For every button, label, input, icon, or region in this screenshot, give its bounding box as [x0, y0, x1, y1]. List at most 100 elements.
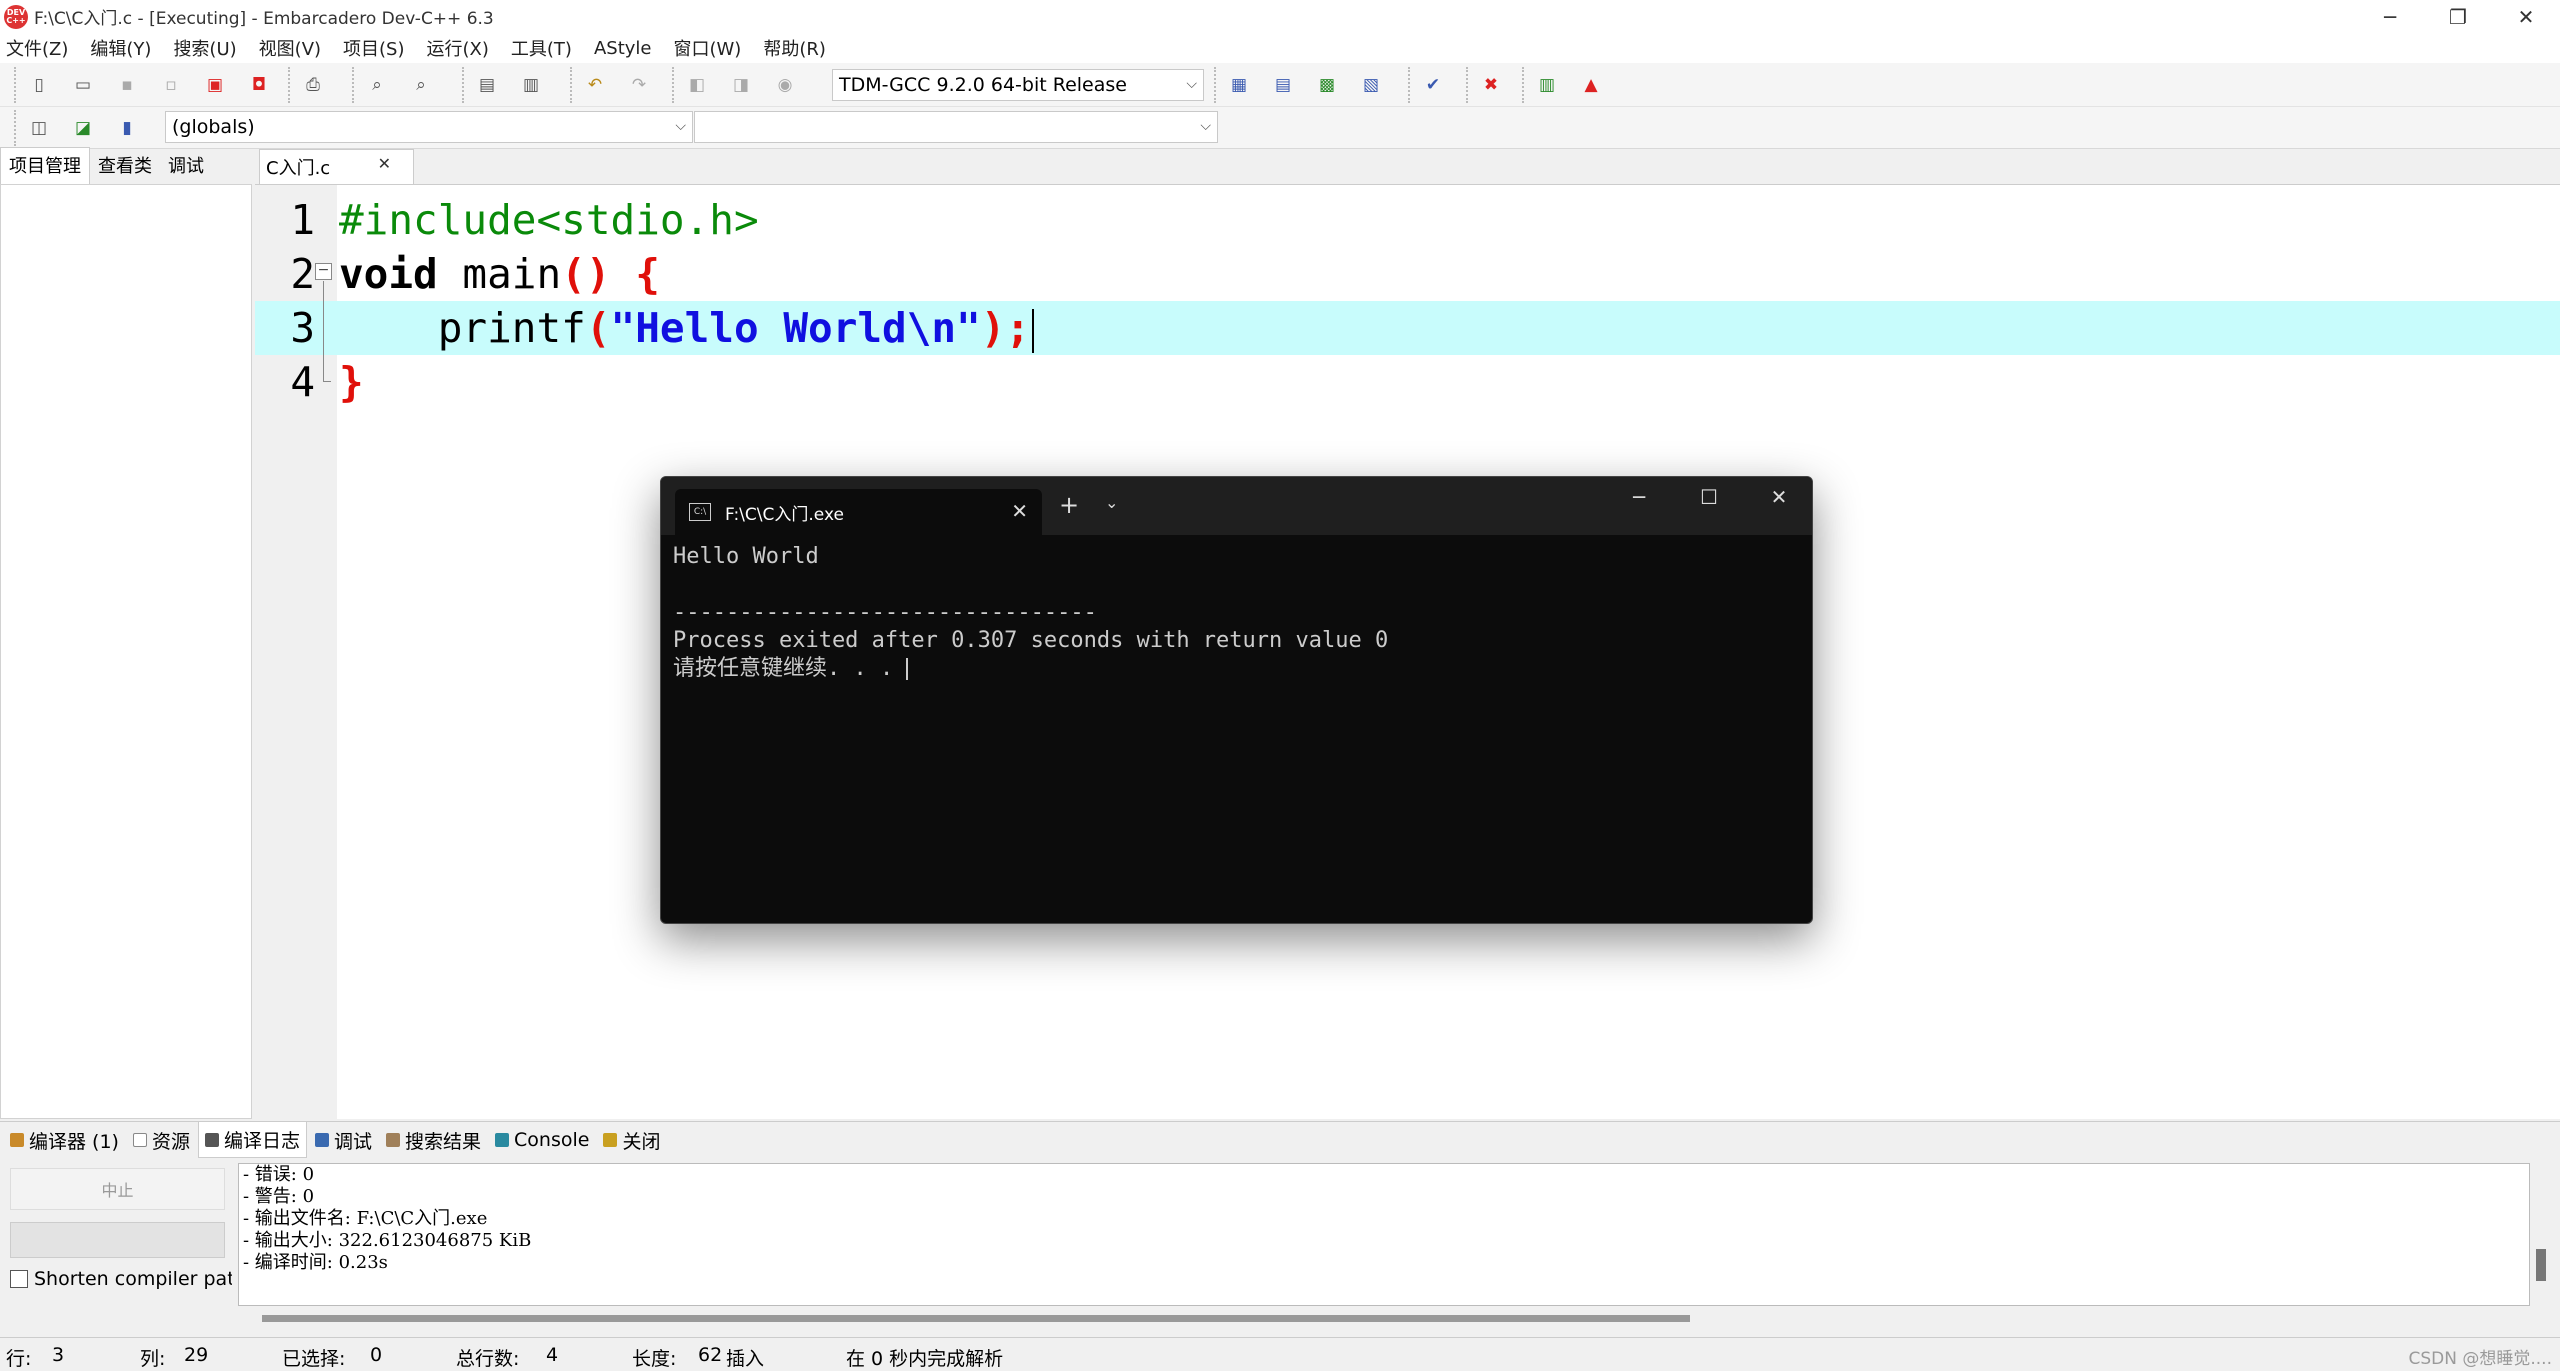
status-col: 29 — [184, 1344, 209, 1366]
bottom-panel-tabs: 编译器 (1) 资源 编译日志 调试 搜索结果 Console 关闭 — [0, 1121, 2560, 1158]
tab-compile-log[interactable]: 编译日志 — [197, 1122, 307, 1158]
compile-module-icon[interactable]: ▤ — [472, 70, 502, 100]
tab-compiler[interactable]: 编译器 (1) — [4, 1123, 125, 1158]
console-minimize-button[interactable]: ─ — [1604, 477, 1674, 517]
scroll-thumb[interactable] — [262, 1315, 1690, 1322]
tab-debug[interactable]: 调试 — [160, 148, 212, 184]
compile-log[interactable]: - 错误: 0 - 警告: 0 - 输出文件名: F:\C\C入门.exe - … — [238, 1163, 2530, 1306]
tab-resources[interactable]: 资源 — [127, 1123, 196, 1158]
menu-window[interactable]: 窗口(W) — [673, 35, 741, 61]
print-icon[interactable]: ⎙ — [298, 70, 328, 100]
console-tab[interactable]: C:\ F:\C\C入门.exe ✕ — [675, 489, 1042, 535]
open-file-icon[interactable]: ▭ — [68, 70, 98, 100]
close-file-icon[interactable]: ▣ — [200, 70, 230, 100]
resources-icon — [132, 1133, 147, 1147]
close-tab-icon[interactable]: ✕ — [378, 154, 391, 173]
stop-execution-icon[interactable]: ✖ — [1476, 70, 1506, 100]
compile-progress-bar — [10, 1222, 225, 1258]
profile-icon[interactable]: ▥ — [1532, 70, 1562, 100]
undo-icon[interactable]: ↶ — [580, 70, 610, 100]
indent-icon[interactable]: ◧ — [682, 70, 712, 100]
goto-bookmark-icon[interactable]: ▮ — [112, 113, 142, 143]
close-tab-icon[interactable]: ✕ — [1011, 499, 1028, 523]
delete-profile-icon[interactable]: ▲ — [1576, 70, 1606, 100]
tab-console[interactable]: Console — [489, 1125, 595, 1155]
code-line[interactable]: 1 #include<stdio.h> — [255, 193, 2560, 247]
console-close-button[interactable]: ✕ — [1744, 477, 1812, 517]
code-line[interactable]: 2 − void main() { — [255, 247, 2560, 301]
tab-file[interactable]: C入门.c ✕ — [259, 149, 414, 184]
tab-project[interactable]: 项目管理 — [0, 147, 90, 184]
console-titlebar[interactable]: C:\ F:\C\C入门.exe ✕ + ⌄ ─ ☐ ✕ — [661, 477, 1812, 535]
save-all-icon[interactable]: ▫ — [156, 70, 186, 100]
terminal-icon: C:\ — [689, 503, 711, 521]
line-number: 2 — [290, 250, 315, 298]
close-panel-icon — [603, 1133, 618, 1147]
minimize-button[interactable]: ─ — [2356, 0, 2424, 33]
log-vertical-scrollbar[interactable] — [2532, 1163, 2550, 1306]
insert-icon[interactable]: ◫ — [24, 113, 54, 143]
line-number: 3 — [290, 304, 315, 352]
shorten-paths-option[interactable]: Shorten compiler paths — [10, 1266, 232, 1292]
tab-classes[interactable]: 查看类 — [90, 148, 160, 184]
code-line-current[interactable]: 3 printf("Hello World\n"); — [255, 301, 2560, 355]
function-select[interactable]: ⌵ — [694, 111, 1218, 143]
unindent-icon[interactable]: ◨ — [726, 70, 756, 100]
syntax-check-icon[interactable]: ✔ — [1418, 70, 1448, 100]
save-icon[interactable]: ▪ — [112, 70, 142, 100]
bookmark-icon[interactable]: ◉ — [770, 70, 800, 100]
editor-tabs: C入门.c ✕ — [255, 149, 2560, 184]
project-panel[interactable] — [0, 184, 252, 1119]
console-title: F:\C\C入门.exe — [725, 504, 844, 525]
menu-project[interactable]: 项目(S) — [343, 35, 404, 61]
window-title: F:\C\C入门.c - [Executing] - Embarcadero D… — [34, 9, 494, 29]
close-button[interactable]: ✕ — [2492, 0, 2560, 33]
chevron-down-icon[interactable]: ⌄ — [1105, 493, 1118, 512]
title-bar: DEV C++ F:\C\C入门.c - [Executing] - Embar… — [0, 0, 2560, 33]
tab-close[interactable]: 关闭 — [597, 1123, 666, 1158]
scroll-thumb[interactable] — [2536, 1249, 2546, 1281]
compiler-icon — [10, 1133, 24, 1147]
compiler-select[interactable]: TDM-GCC 9.2.0 64-bit Release ⌵ — [832, 69, 1204, 101]
menu-edit[interactable]: 编辑(Y) — [90, 35, 151, 61]
compile-icon[interactable]: ▦ — [1224, 70, 1254, 100]
chevron-down-icon: ⌵ — [1200, 118, 1211, 134]
status-len: 62 — [698, 1344, 723, 1366]
log-horizontal-scrollbar[interactable] — [238, 1306, 2530, 1328]
menu-run[interactable]: 运行(X) — [427, 35, 489, 61]
restore-button[interactable]: ❐ — [2424, 0, 2492, 33]
close-all-icon[interactable]: ◘ — [244, 70, 274, 100]
new-file-icon[interactable]: ▯ — [24, 70, 54, 100]
compile-run-icon[interactable]: ▩ — [1312, 70, 1342, 100]
run-icon[interactable]: ▤ — [1268, 70, 1298, 100]
menu-file[interactable]: 文件(Z) — [6, 35, 68, 61]
menu-view[interactable]: 视图(V) — [259, 35, 321, 61]
toggle-bookmark-icon[interactable]: ◪ — [68, 113, 98, 143]
text-caret — [1032, 309, 1035, 353]
fold-end — [323, 381, 331, 382]
fold-collapse-icon[interactable]: − — [315, 263, 332, 280]
console-output[interactable]: Hello World ----------------------------… — [673, 543, 1388, 683]
menu-astyle[interactable]: AStyle — [594, 38, 652, 59]
new-tab-icon[interactable]: + — [1059, 491, 1079, 519]
console-window[interactable]: C:\ F:\C\C入门.exe ✕ + ⌄ ─ ☐ ✕ Hello World… — [660, 476, 1813, 924]
shorten-paths-checkbox[interactable] — [10, 1270, 28, 1288]
status-len-label: 长度: — [632, 1348, 677, 1370]
console-maximize-button[interactable]: ☐ — [1674, 477, 1744, 517]
search-icon — [386, 1133, 401, 1147]
menu-tools[interactable]: 工具(T) — [511, 35, 572, 61]
menu-search[interactable]: 搜索(U) — [173, 35, 236, 61]
code-line[interactable]: 4 } — [255, 355, 2560, 409]
menu-help[interactable]: 帮助(R) — [763, 35, 826, 61]
redo-icon[interactable]: ↷ — [624, 70, 654, 100]
status-row: 3 — [52, 1344, 65, 1366]
goto-line-icon[interactable]: ▥ — [516, 70, 546, 100]
scope-select[interactable]: (globals) ⌵ — [165, 111, 693, 143]
tab-debug-output[interactable]: 调试 — [309, 1123, 378, 1158]
fold-line — [323, 281, 324, 381]
rebuild-icon[interactable]: ▧ — [1356, 70, 1386, 100]
tab-search-results[interactable]: 搜索结果 — [380, 1123, 487, 1158]
replace-icon[interactable]: ⌕ — [406, 70, 436, 100]
find-icon[interactable]: ⌕ — [362, 70, 392, 100]
abort-button[interactable]: 中止 — [10, 1168, 225, 1210]
